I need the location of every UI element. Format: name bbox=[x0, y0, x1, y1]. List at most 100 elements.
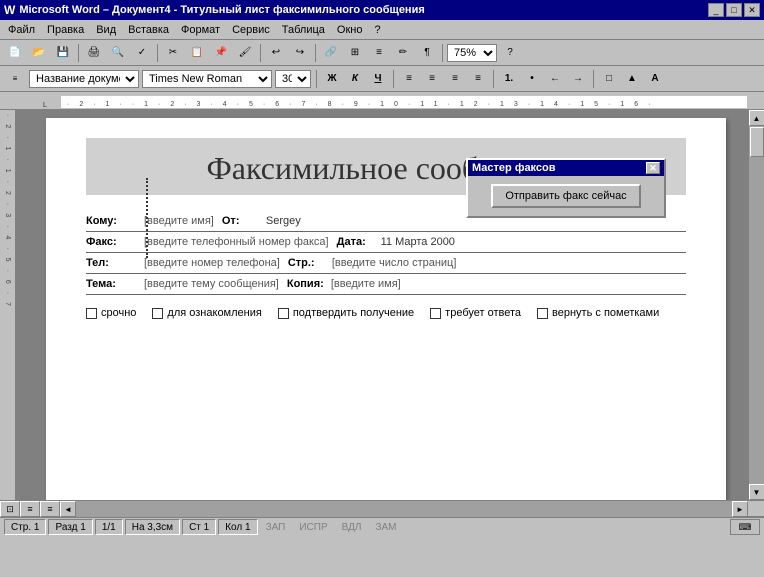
window-controls[interactable]: _ □ ✕ bbox=[708, 3, 760, 17]
font-select[interactable]: Times New Roman bbox=[142, 70, 272, 88]
preview-button[interactable]: 🔍 bbox=[107, 43, 129, 63]
print-button[interactable]: 🖨 bbox=[83, 43, 105, 63]
field-label-pages: Стр.: bbox=[288, 257, 328, 269]
paste-button[interactable]: 📌 bbox=[210, 43, 232, 63]
align-center-button[interactable]: ≡ bbox=[422, 70, 442, 88]
menu-insert[interactable]: Вставка bbox=[122, 22, 175, 38]
status-language-icon: ⌨ bbox=[730, 519, 760, 535]
fax-dialog-close-button[interactable]: ✕ bbox=[646, 162, 660, 174]
show-hide-button[interactable]: ¶ bbox=[416, 43, 438, 63]
field-right-pages: Стр.: [введите число страниц] bbox=[288, 257, 488, 269]
fontcolor-button[interactable]: A bbox=[645, 70, 665, 88]
app-icon: W bbox=[4, 3, 15, 17]
send-fax-button[interactable]: Отправить факс сейчас bbox=[491, 184, 640, 208]
align-right-button[interactable]: ≡ bbox=[445, 70, 465, 88]
menu-window[interactable]: Окно bbox=[331, 22, 369, 38]
status-line: Ст 1 bbox=[182, 519, 216, 535]
checkbox-return-box[interactable] bbox=[537, 308, 548, 319]
page-layout-button[interactable]: ⊡ bbox=[0, 501, 20, 517]
field-value-pages: [введите число страниц] bbox=[332, 257, 457, 269]
document-page: Мастер факсов ✕ Отправить факс сейчас Фа… bbox=[46, 118, 726, 500]
field-right-copy: Копия: [введите имя] bbox=[287, 278, 487, 290]
doc-content-area: Мастер факсов ✕ Отправить факс сейчас Фа… bbox=[16, 110, 764, 500]
minimize-button[interactable]: _ bbox=[708, 3, 724, 17]
scroll-thumb-v[interactable] bbox=[750, 127, 764, 157]
copy-button[interactable]: 📋 bbox=[186, 43, 208, 63]
fax-dialog-titlebar: Мастер факсов ✕ bbox=[468, 160, 664, 176]
scroll-track-v[interactable] bbox=[749, 126, 764, 484]
checkbox-urgent-box[interactable] bbox=[86, 308, 97, 319]
toolbar-separator-3 bbox=[260, 44, 261, 62]
checkbox-return[interactable]: вернуть с пометками bbox=[537, 307, 659, 319]
horizontal-ruler: L ·2·1··1·2·3·4·5·6·7·8·9·10·11·12·13·14… bbox=[0, 92, 764, 110]
scroll-left-button[interactable]: ◄ bbox=[60, 501, 76, 517]
vertical-ruler: ·2·1·1·2·3·4·5·6·7 bbox=[0, 110, 16, 500]
align-left-button[interactable]: ≡ bbox=[399, 70, 419, 88]
scroll-up-button[interactable]: ▲ bbox=[749, 110, 764, 126]
menu-view[interactable]: Вид bbox=[90, 22, 122, 38]
redo-button[interactable]: ↪ bbox=[289, 43, 311, 63]
borders-button[interactable]: □ bbox=[599, 70, 619, 88]
checkbox-confirm[interactable]: подтвердить получение bbox=[278, 307, 414, 319]
menu-help[interactable]: ? bbox=[368, 22, 386, 38]
fmt-separator-4 bbox=[593, 70, 594, 88]
spellcheck-button[interactable]: ✓ bbox=[131, 43, 153, 63]
menu-file[interactable]: Файл bbox=[2, 22, 41, 38]
outline-view-button[interactable]: ≡ bbox=[40, 501, 60, 517]
status-bar: Стр. 1 Разд 1 1/1 На 3,3см Ст 1 Кол 1 ЗА… bbox=[0, 516, 764, 536]
checkbox-info-box[interactable] bbox=[152, 308, 163, 319]
toolbar-separator-5 bbox=[442, 44, 443, 62]
standard-toolbar: 📄 📂 💾 🖨 🔍 ✓ ✂ 📋 📌 🖌 ↩ ↪ 🔗 ⊞ ≡ ✏ ¶ 75% ? bbox=[0, 40, 764, 66]
style-select[interactable]: Название докуме bbox=[29, 70, 139, 88]
drawing-button[interactable]: ✏ bbox=[392, 43, 414, 63]
keyboard-icon: ⌨ bbox=[739, 522, 752, 533]
normal-view-button[interactable]: ≡ bbox=[20, 501, 40, 517]
columns-button[interactable]: ≡ bbox=[368, 43, 390, 63]
checkbox-confirm-label: подтвердить получение bbox=[293, 307, 414, 319]
fax-wizard-dialog: Мастер факсов ✕ Отправить факс сейчас bbox=[466, 158, 666, 218]
numbering-button[interactable]: 1. bbox=[499, 70, 519, 88]
menu-tools[interactable]: Сервис bbox=[226, 22, 276, 38]
menu-format[interactable]: Формат bbox=[175, 22, 226, 38]
italic-button[interactable]: К bbox=[345, 70, 365, 88]
link-button[interactable]: 🔗 bbox=[320, 43, 342, 63]
scrollbar-corner bbox=[748, 501, 764, 516]
page-area: Мастер факсов ✕ Отправить факс сейчас Фа… bbox=[16, 110, 748, 500]
fontsize-select[interactable]: 30 bbox=[275, 70, 311, 88]
close-button[interactable]: ✕ bbox=[744, 3, 760, 17]
highlight-button[interactable]: ▲ bbox=[622, 70, 642, 88]
checkbox-confirm-box[interactable] bbox=[278, 308, 289, 319]
save-button[interactable]: 💾 bbox=[52, 43, 74, 63]
checkbox-info[interactable]: для ознакомления bbox=[152, 307, 261, 319]
tables-button[interactable]: ⊞ bbox=[344, 43, 366, 63]
checkbox-reply-box[interactable] bbox=[430, 308, 441, 319]
increase-indent-button[interactable]: → bbox=[568, 70, 588, 88]
status-page-of: 1/1 bbox=[95, 519, 123, 535]
help-button[interactable]: ? bbox=[499, 43, 521, 63]
checkbox-urgent[interactable]: срочно bbox=[86, 307, 136, 319]
cut-button[interactable]: ✂ bbox=[162, 43, 184, 63]
zoom-select[interactable]: 75% bbox=[447, 44, 497, 62]
restore-button[interactable]: □ bbox=[726, 3, 742, 17]
scroll-down-button[interactable]: ▼ bbox=[749, 484, 764, 500]
new-button[interactable]: 📄 bbox=[4, 43, 26, 63]
bold-button[interactable]: Ж bbox=[322, 70, 342, 88]
status-ext: ВДЛ bbox=[336, 519, 368, 535]
align-justify-button[interactable]: ≡ bbox=[468, 70, 488, 88]
menu-table[interactable]: Таблица bbox=[276, 22, 331, 38]
scroll-track-h[interactable] bbox=[76, 501, 732, 517]
field-label-date: Дата: bbox=[337, 236, 377, 248]
open-button[interactable]: 📂 bbox=[28, 43, 50, 63]
field-label-fax: Факс: bbox=[86, 236, 136, 248]
decrease-indent-button[interactable]: ← bbox=[545, 70, 565, 88]
undo-button[interactable]: ↩ bbox=[265, 43, 287, 63]
underline-button[interactable]: Ч bbox=[368, 70, 388, 88]
format-painter-button[interactable]: 🖌 bbox=[234, 43, 256, 63]
bullets-button[interactable]: • bbox=[522, 70, 542, 88]
checkbox-reply[interactable]: требует ответа bbox=[430, 307, 521, 319]
field-value-copy: [введите имя] bbox=[331, 278, 401, 290]
field-label-subject: Тема: bbox=[86, 278, 136, 290]
menu-edit[interactable]: Правка bbox=[41, 22, 90, 38]
field-value-tel: [введите номер телефона] bbox=[144, 257, 280, 269]
scroll-right-button[interactable]: ► bbox=[732, 501, 748, 517]
